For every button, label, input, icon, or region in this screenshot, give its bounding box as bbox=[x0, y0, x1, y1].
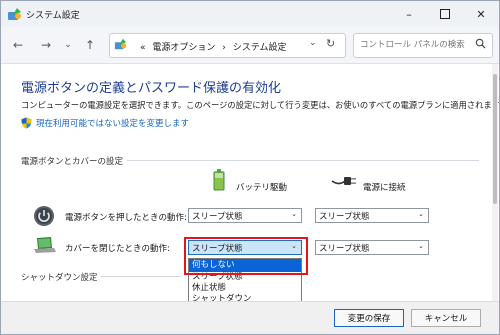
callout-highlight bbox=[184, 237, 308, 275]
breadcrumb-power-options[interactable]: 電源オプション bbox=[152, 43, 215, 53]
power-plug-icon bbox=[331, 177, 356, 185]
page-title: 電源ボタンの定義とパスワード保護の有効化 bbox=[21, 81, 282, 96]
scrollbar[interactable] bbox=[492, 64, 498, 301]
section-title-buttons: 電源ボタンとカバーの設定 bbox=[21, 157, 124, 167]
power-button-icon bbox=[34, 206, 54, 226]
system-settings-window: システム設定 – ✕ ← → ⌄ ↑ « 電源オプション › システム設定 ⌄ … bbox=[0, 0, 500, 335]
search-input[interactable] bbox=[360, 37, 470, 52]
chevron-down-icon: ⌄ bbox=[291, 210, 297, 218]
save-changes-button[interactable]: 変更の保存 bbox=[334, 309, 404, 327]
footer-bar: 変更の保存 キャンセル bbox=[1, 301, 499, 334]
page-description: コンピューターの電源設定を選択できます。このページの設定に対して行う変更は、お使… bbox=[21, 100, 500, 110]
control-panel-icon bbox=[8, 8, 21, 20]
breadcrumb: « 電源オプション › システム設定 bbox=[140, 40, 287, 53]
battery-icon bbox=[213, 169, 225, 191]
maximize-icon[interactable] bbox=[427, 1, 463, 27]
window-title: システム設定 bbox=[26, 11, 80, 21]
change-settings-link-label[interactable]: 現在利用可能ではない設定を変更します bbox=[36, 117, 189, 129]
breadcrumb-system-settings[interactable]: システム設定 bbox=[233, 43, 287, 53]
refresh-icon[interactable]: ↻ bbox=[326, 37, 335, 50]
forward-arrow-icon[interactable]: → bbox=[37, 36, 55, 54]
recent-dropdown-icon[interactable]: ⌄ bbox=[59, 36, 77, 54]
column-battery: バッテリ駆動 bbox=[236, 183, 288, 193]
address-dropdown-icon[interactable]: ⌄ bbox=[309, 38, 317, 48]
change-settings-link[interactable]: 現在利用可能ではない設定を変更します bbox=[21, 117, 189, 129]
cancel-button[interactable]: キャンセル bbox=[411, 309, 481, 327]
breadcrumb-separator: › bbox=[222, 43, 226, 53]
power-button-battery-select[interactable]: スリープ状態 ⌄ bbox=[188, 208, 302, 223]
control-panel-icon bbox=[114, 38, 127, 50]
minimize-icon[interactable]: – bbox=[391, 1, 427, 27]
close-icon[interactable]: ✕ bbox=[463, 1, 499, 27]
back-arrow-icon[interactable]: ← bbox=[9, 36, 27, 54]
search-icon[interactable] bbox=[475, 38, 486, 49]
address-bar[interactable]: « 電源オプション › システム設定 ⌄ ↻ bbox=[109, 33, 346, 58]
breadcrumb-overflow[interactable]: « bbox=[140, 43, 146, 53]
chevron-down-icon: ⌄ bbox=[418, 210, 424, 218]
column-plugged: 電源に接続 bbox=[363, 183, 406, 193]
row-label-power-button: 電源ボタンを押したときの動作: bbox=[65, 213, 187, 223]
power-button-plugged-select[interactable]: スリープ状態 ⌄ bbox=[315, 208, 429, 223]
search-box[interactable] bbox=[353, 33, 493, 58]
row-label-lid-close: カバーを閉じたときの動作: bbox=[65, 244, 170, 254]
up-arrow-icon[interactable]: ↑ bbox=[81, 36, 99, 54]
dropdown-option-hibernate[interactable]: 休止状態 bbox=[189, 283, 301, 294]
title-bar: システム設定 – ✕ bbox=[1, 1, 499, 27]
section-divider bbox=[127, 160, 479, 161]
laptop-lid-icon bbox=[34, 237, 56, 253]
lid-close-plugged-select[interactable]: スリープ状態 ⌄ bbox=[315, 240, 429, 255]
scrollbar-thumb[interactable] bbox=[493, 74, 497, 204]
content-area: 電源ボタンの定義とパスワード保護の有効化 コンピューターの電源設定を選択できます… bbox=[1, 64, 499, 334]
uac-shield-icon bbox=[21, 117, 32, 129]
navigation-bar: ← → ⌄ ↑ « 電源オプション › システム設定 ⌄ ↻ bbox=[1, 27, 499, 64]
chevron-down-icon: ⌄ bbox=[418, 242, 424, 250]
section-divider bbox=[101, 276, 181, 277]
section-title-shutdown: シャットダウン設定 bbox=[21, 273, 98, 283]
